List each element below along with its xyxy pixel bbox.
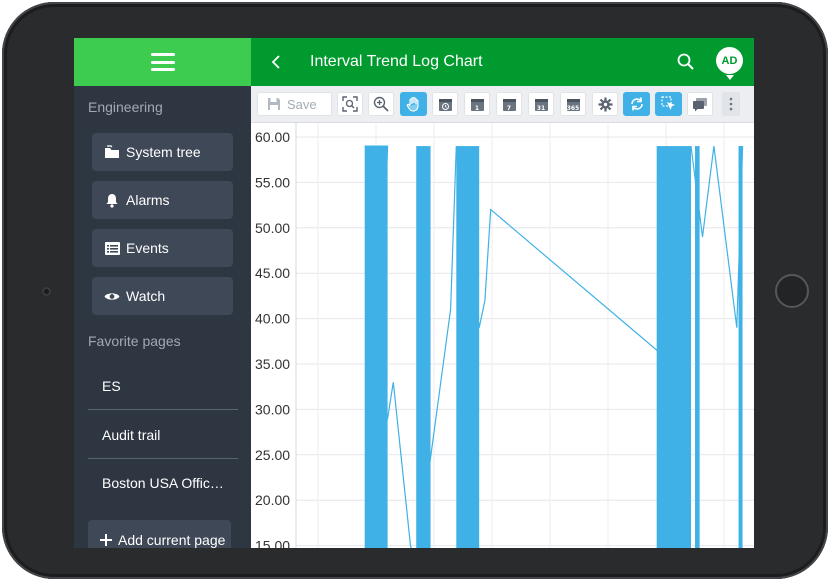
calendar-icon: 1 (470, 97, 485, 112)
hand-icon (406, 96, 419, 112)
data-band (656, 146, 692, 548)
sidebar-item-label: Watch (126, 288, 166, 304)
pan-button[interactable] (400, 92, 427, 116)
sidebar-item-watch[interactable]: Watch (92, 277, 233, 315)
chart-toolbar: Save 1 7 31 365 (251, 86, 754, 123)
favorite-item-audit-trail[interactable]: Audit trail (88, 411, 238, 459)
add-current-page-button[interactable]: Add current page (88, 520, 231, 548)
app-screen: Engineering System tree Alarms Events Wa… (74, 38, 754, 548)
pointer-icon (660, 96, 675, 110)
comments-button[interactable] (687, 92, 713, 116)
save-button-label: Save (287, 96, 317, 112)
data-band (416, 146, 431, 548)
comments-icon (693, 97, 707, 111)
sidebar-item-events[interactable]: Events (92, 229, 233, 267)
chart-plot[interactable]: 60.00 55.00 50.00 45.00 40.00 35.00 30.00 25.00… (251, 123, 754, 548)
y-tick-label: 35.00 (255, 356, 290, 372)
sidebar-top-bar (74, 38, 251, 86)
home-button[interactable] (775, 274, 809, 308)
y-tick-label: 20.00 (255, 492, 290, 508)
sidebar: Engineering System tree Alarms Events Wa… (74, 38, 251, 548)
folder-icon (104, 144, 120, 160)
range-7-days-button[interactable]: 7 (496, 92, 522, 116)
more-vertical-icon (729, 97, 733, 111)
data-band (456, 146, 480, 548)
select-tool-button[interactable] (655, 92, 682, 116)
calendar-label: 1 (474, 104, 480, 112)
sidebar-item-label: Alarms (126, 192, 170, 208)
sidebar-item-label: System tree (126, 144, 201, 160)
save-button[interactable]: Save (257, 92, 332, 116)
zoom-fit-icon (342, 96, 358, 112)
search-icon[interactable] (677, 53, 695, 71)
range-1-day-button[interactable]: 1 (464, 92, 490, 116)
refresh-icon (630, 97, 643, 111)
zoom-fit-button[interactable] (337, 92, 363, 116)
y-tick-label: 60.00 (255, 129, 290, 145)
trend-chart[interactable]: 60.00 55.00 50.00 45.00 40.00 35.00 30.00 25.00… (251, 123, 754, 548)
sidebar-section-favorites: Favorite pages (88, 333, 181, 349)
back-arrow-icon[interactable] (267, 51, 285, 73)
y-tick-label: 50.00 (255, 220, 290, 236)
y-tick-label: 30.00 (255, 401, 290, 417)
y-tick-label: 45.00 (255, 265, 290, 281)
range-31-days-button[interactable]: 31 (528, 92, 554, 116)
favorite-item-boston[interactable]: Boston USA Offic… (88, 459, 238, 507)
y-tick-label: 40.00 (255, 311, 290, 327)
hamburger-menu-icon[interactable] (150, 53, 175, 71)
calendar-clock-icon (438, 98, 452, 111)
zoom-in-button[interactable] (368, 92, 394, 116)
calendar-icon: 7 (502, 97, 517, 112)
gear-icon (598, 97, 612, 111)
calendar-label: 365 (566, 104, 580, 112)
calendar-label: 31 (536, 104, 546, 112)
avatar-caret-icon (726, 75, 734, 80)
plus-icon (100, 534, 112, 546)
divider (88, 409, 238, 410)
data-band (364, 146, 388, 548)
list-icon (104, 240, 120, 256)
sidebar-item-label: Events (126, 240, 169, 256)
bell-icon (104, 192, 120, 208)
more-options-button[interactable] (722, 92, 740, 116)
avatar[interactable]: AD (716, 47, 743, 74)
sidebar-item-system-tree[interactable]: System tree (92, 133, 233, 171)
save-icon (268, 98, 280, 110)
favorite-item-es[interactable]: ES (88, 362, 238, 410)
sidebar-item-alarms[interactable]: Alarms (92, 181, 233, 219)
app-header: Interval Trend Log Chart AD (251, 38, 754, 86)
y-tick-label: 55.00 (255, 174, 290, 190)
zoom-in-icon (373, 96, 389, 112)
settings-button[interactable] (592, 92, 618, 116)
camera-icon (42, 287, 51, 296)
timespan-button[interactable] (432, 92, 458, 116)
y-tick-label: 15.00 (255, 538, 290, 548)
sidebar-section-engineering: Engineering (88, 99, 163, 115)
add-current-page-label: Add current page (118, 532, 226, 548)
calendar-icon: 31 (534, 97, 549, 112)
y-tick-label: 25.00 (255, 447, 290, 463)
page-title: Interval Trend Log Chart (310, 53, 483, 70)
eye-icon (104, 288, 120, 304)
range-365-days-button[interactable]: 365 (560, 92, 586, 116)
auto-refresh-button[interactable] (623, 92, 650, 116)
calendar-label: 7 (506, 104, 512, 112)
calendar-icon: 365 (566, 97, 581, 112)
